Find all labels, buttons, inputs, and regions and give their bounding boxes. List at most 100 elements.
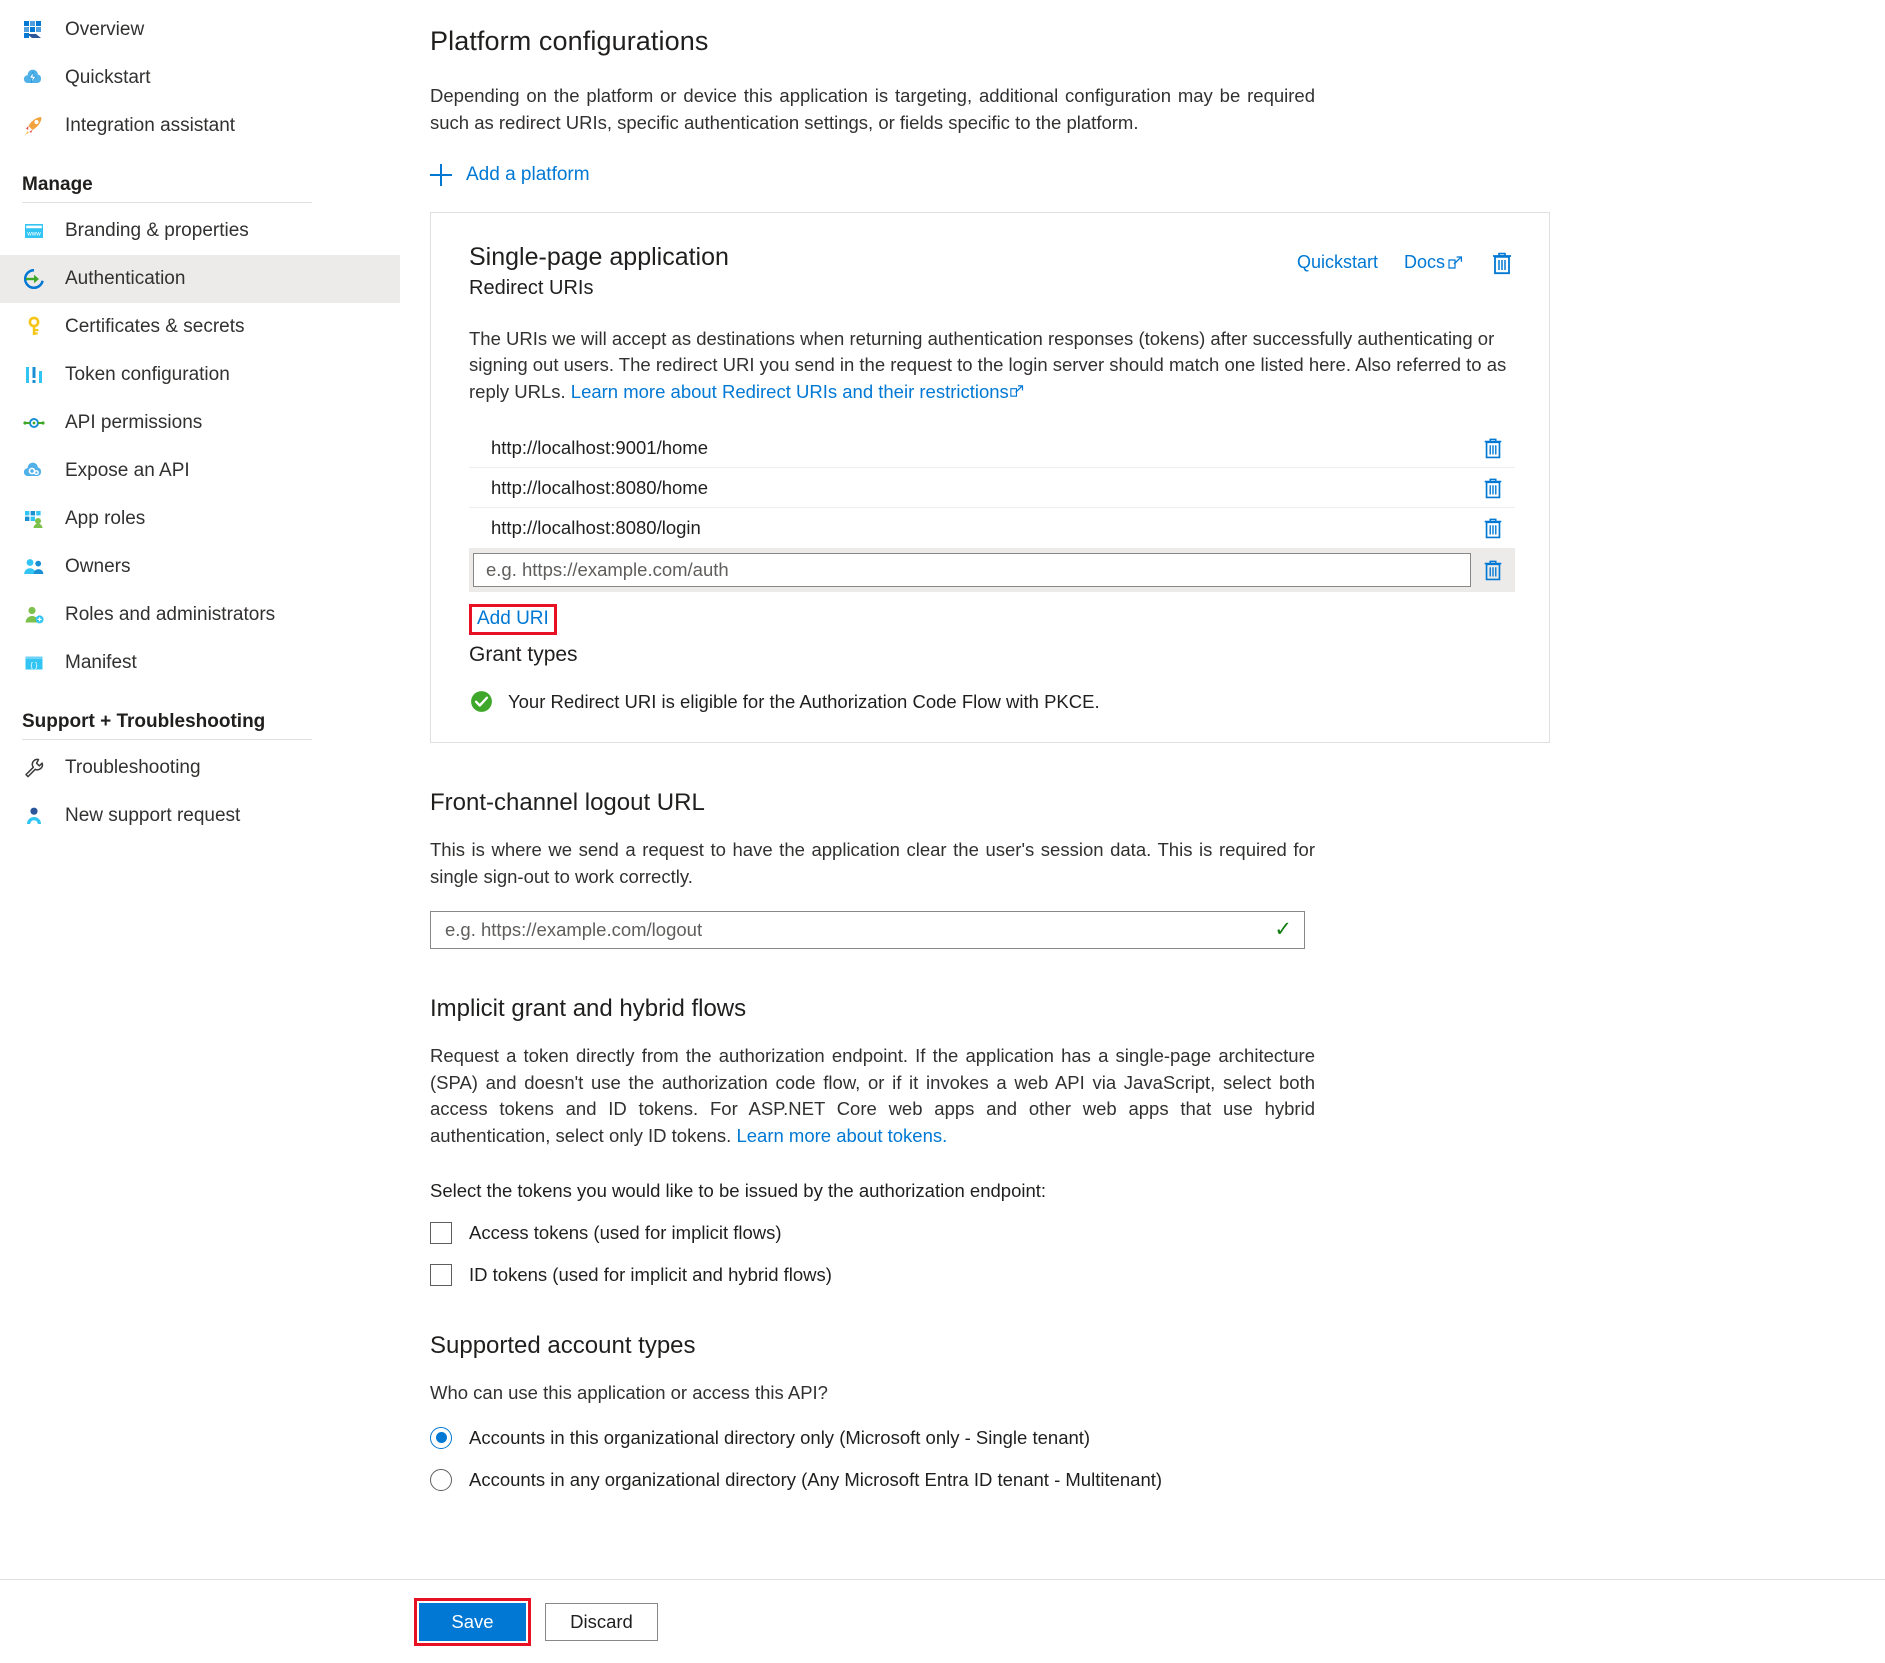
add-a-platform-button[interactable]: Add a platform <box>430 163 590 186</box>
success-check-icon <box>471 691 492 712</box>
sidebar-item-quickstart[interactable]: Quickstart <box>0 54 400 102</box>
wrench-icon <box>22 756 46 780</box>
new-redirect-uri-input[interactable] <box>473 553 1471 588</box>
sidebar-item-label: Integration assistant <box>65 115 236 136</box>
sidebar-item-api-permissions[interactable]: API permissions <box>0 399 400 447</box>
grant-types-title: Grant types <box>469 643 578 667</box>
delete-redirect-uri-icon[interactable] <box>1471 515 1515 541</box>
sidebar-item-label: Quickstart <box>65 67 151 88</box>
sidebar-item-owners[interactable]: Owners <box>0 543 400 591</box>
access-tokens-label: Access tokens (used for implicit flows) <box>469 1221 782 1243</box>
sidebar-item-roles-and-administrators[interactable]: Roles and administrators <box>0 591 400 639</box>
expose-api-cloud-icon <box>22 459 46 483</box>
add-platform-label: Add a platform <box>466 163 590 185</box>
front-channel-logout-input[interactable] <box>443 917 1275 942</box>
redirect-uri-value: http://localhost:8080/home <box>491 476 709 498</box>
sidebar-item-branding-properties[interactable]: www Branding & properties <box>0 207 400 255</box>
redirect-uri-value: http://localhost:8080/login <box>491 517 701 539</box>
branding-window-icon: www <box>22 219 46 243</box>
sidebar-item-new-support-request[interactable]: New support request <box>0 792 400 840</box>
add-uri-link[interactable]: Add URI <box>477 608 549 629</box>
save-button[interactable]: Save <box>419 1602 526 1641</box>
rocket-icon <box>22 114 46 138</box>
sidebar-item-expose-an-api[interactable]: Expose an API <box>0 447 400 495</box>
sidebar-group-manage: Manage <box>22 174 93 195</box>
svg-text:{ }: { } <box>30 660 38 669</box>
external-link-icon <box>1010 385 1023 397</box>
redirect-uri-row: http://localhost:9001/home <box>469 428 1515 469</box>
sidebar-item-certificates-secrets[interactable]: Certificates & secrets <box>0 303 400 351</box>
radio-row-multitenant[interactable]: Accounts in any organizational directory… <box>430 1468 1885 1491</box>
sidebar-item-label: Authentication <box>65 268 186 289</box>
sidebar-group-support-troubleshooting: Support + Troubleshooting <box>22 711 266 732</box>
supported-account-types-question: Who can use this application or access t… <box>430 1381 828 1403</box>
platform-card-subtitle: Redirect URIs <box>469 276 594 299</box>
sidebar-item-label: Roles and administrators <box>65 604 276 625</box>
sidebar-item-label: New support request <box>65 805 241 826</box>
token-select-prompt: Select the tokens you would like to be i… <box>430 1179 1047 1201</box>
radio-row-single-tenant[interactable]: Accounts in this organizational director… <box>430 1426 1885 1449</box>
docs-link[interactable]: Docs <box>1404 252 1463 273</box>
redirect-uri-value: http://localhost:9001/home <box>491 436 709 458</box>
sidebar-item-label: Owners <box>65 556 131 577</box>
valid-check-icon: ✓ <box>1274 918 1292 942</box>
platform-card-header: Single-page application Redirect URIs Qu… <box>469 243 1515 300</box>
sidebar-item-manifest[interactable]: { } Manifest <box>0 639 400 687</box>
left-nav-sidebar: Overview Quickstart Integration assistan… <box>0 0 400 1663</box>
grant-status-text: Your Redirect URI is eligible for the Au… <box>508 690 1100 712</box>
learn-more-redirect-uris-link[interactable]: Learn more about Redirect URIs and their… <box>571 381 1009 402</box>
quickstart-cloud-icon <box>22 66 46 90</box>
roles-admin-icon <box>22 603 46 627</box>
authentication-arrow-icon <box>22 267 46 291</box>
delete-platform-icon[interactable] <box>1489 249 1515 277</box>
delete-redirect-uri-icon[interactable] <box>1471 435 1515 461</box>
external-link-icon <box>1448 255 1463 269</box>
id-tokens-checkbox[interactable] <box>430 1263 452 1286</box>
sidebar-item-troubleshooting[interactable]: Troubleshooting <box>0 744 400 792</box>
sidebar-item-label: Branding & properties <box>65 220 249 241</box>
sidebar-item-authentication[interactable]: Authentication <box>0 255 400 303</box>
supported-account-types-title: Supported account types <box>430 1331 696 1359</box>
access-tokens-checkbox[interactable] <box>430 1221 452 1244</box>
front-channel-logout-description: This is where we send a request to have … <box>430 839 1315 887</box>
sidebar-item-token-configuration[interactable]: Token configuration <box>0 351 400 399</box>
sidebar-item-integration-assistant[interactable]: Integration assistant <box>0 102 400 150</box>
learn-more-tokens-link[interactable]: Learn more about tokens. <box>736 1125 947 1146</box>
support-person-icon <box>22 804 46 828</box>
sidebar-divider <box>22 202 312 203</box>
multitenant-label: Accounts in any organizational directory… <box>469 1468 1163 1490</box>
new-redirect-uri-row <box>469 548 1515 593</box>
discard-button[interactable]: Discard <box>545 1602 658 1641</box>
platform-card-actions: Quickstart Docs <box>1297 243 1515 277</box>
implicit-grant-description: Request a token directly from the author… <box>430 1043 1315 1150</box>
delete-new-redirect-uri-icon[interactable] <box>1471 557 1515 583</box>
implicit-grant-title: Implicit grant and hybrid flows <box>430 994 747 1022</box>
plus-icon <box>430 163 452 186</box>
checkbox-row-access-tokens[interactable]: Access tokens (used for implicit flows) <box>430 1221 1885 1244</box>
implicit-grant-section: Implicit grant and hybrid flows Request … <box>430 995 1885 1286</box>
azure-authentication-page: Overview Quickstart Integration assistan… <box>0 0 1885 1663</box>
sidebar-item-label: App roles <box>65 508 146 529</box>
manifest-braces-icon: { } <box>22 651 46 675</box>
front-channel-logout-field: ✓ <box>430 910 1305 949</box>
token-bars-icon <box>22 363 46 387</box>
sidebar-item-label: API permissions <box>65 412 203 433</box>
quickstart-link[interactable]: Quickstart <box>1297 252 1378 273</box>
sidebar-item-label: Expose an API <box>65 460 190 481</box>
docs-label: Docs <box>1403 252 1445 273</box>
id-tokens-label: ID tokens (used for implicit and hybrid … <box>469 1263 832 1285</box>
multitenant-radio[interactable] <box>430 1468 452 1491</box>
sidebar-item-app-roles[interactable]: App roles <box>0 495 400 543</box>
sidebar-item-overview[interactable]: Overview <box>0 6 400 54</box>
redirect-uri-row: http://localhost:8080/login <box>469 508 1515 548</box>
radio-dot <box>435 1432 447 1444</box>
single-tenant-radio[interactable] <box>430 1426 452 1449</box>
main-content: Platform configurations Depending on the… <box>430 0 1885 1663</box>
checkbox-row-id-tokens[interactable]: ID tokens (used for implicit and hybrid … <box>430 1263 1885 1286</box>
page-title: Platform configurations <box>430 26 709 56</box>
save-highlight-box: Save <box>414 1597 531 1646</box>
front-channel-logout-section: Front-channel logout URL This is where w… <box>430 789 1885 949</box>
supported-account-types-section: Supported account types Who can use this… <box>430 1332 1885 1491</box>
platform-card-titles: Single-page application Redirect URIs <box>469 243 729 300</box>
delete-redirect-uri-icon[interactable] <box>1471 475 1515 501</box>
